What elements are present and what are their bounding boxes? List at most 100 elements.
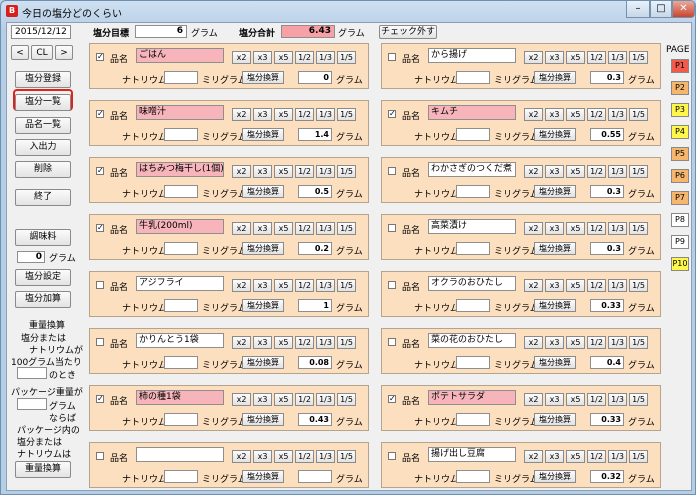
food-checkbox[interactable] — [388, 338, 396, 346]
salt-setting-button[interactable]: 塩分設定 — [15, 269, 71, 286]
multiplier-m2-button[interactable]: x2 — [232, 165, 251, 178]
multiplier-m5-button[interactable]: x5 — [274, 450, 293, 463]
multiplier-m2-button[interactable]: x2 — [524, 450, 543, 463]
multiplier-d5-button[interactable]: 1/5 — [629, 222, 648, 235]
multiplier-m2-button[interactable]: x2 — [232, 222, 251, 235]
multiplier-d2-button[interactable]: 1/2 — [587, 279, 606, 292]
sodium-input[interactable] — [164, 356, 198, 369]
salt-value-field[interactable]: 0.4 — [590, 356, 624, 369]
salt-value-field[interactable]: 0.55 — [590, 128, 624, 141]
food-checkbox[interactable]: ✓ — [96, 53, 104, 61]
multiplier-m5-button[interactable]: x5 — [274, 393, 293, 406]
multiplier-m2-button[interactable]: x2 — [524, 336, 543, 349]
weight-conv-button[interactable]: 重量換算 — [15, 461, 71, 478]
multiplier-d5-button[interactable]: 1/5 — [337, 108, 356, 121]
salt-value-field[interactable]: 0.33 — [590, 413, 624, 426]
multiplier-m5-button[interactable]: x5 — [566, 279, 585, 292]
sodium-input[interactable] — [164, 413, 198, 426]
multiplier-m3-button[interactable]: x3 — [545, 222, 564, 235]
sodium-input[interactable] — [456, 470, 490, 483]
multiplier-m5-button[interactable]: x5 — [566, 450, 585, 463]
sodium-input[interactable] — [164, 71, 198, 84]
salt-value-field[interactable]: 0.43 — [298, 413, 332, 426]
multiplier-d2-button[interactable]: 1/2 — [295, 165, 314, 178]
salt-value-field[interactable]: 0.3 — [590, 185, 624, 198]
salt-value-field[interactable]: 0.33 — [590, 299, 624, 312]
salt-calc-button[interactable]: 塩分換算 — [242, 470, 284, 483]
salt-calc-button[interactable]: 塩分換算 — [534, 71, 576, 84]
food-name-field[interactable]: わかさぎのつくだ煮 — [428, 162, 516, 177]
multiplier-m5-button[interactable]: x5 — [274, 279, 293, 292]
item-list-button[interactable]: 品名一覧 — [15, 117, 71, 134]
sodium-input[interactable] — [164, 242, 198, 255]
page-button[interactable]: P5 — [671, 147, 689, 161]
food-name-field[interactable]: 菜の花のおひたし — [428, 333, 516, 348]
food-checkbox[interactable] — [96, 281, 104, 289]
multiplier-m5-button[interactable]: x5 — [566, 393, 585, 406]
page-button[interactable]: P4 — [671, 125, 689, 139]
multiplier-m5-button[interactable]: x5 — [566, 165, 585, 178]
multiplier-m3-button[interactable]: x3 — [545, 108, 564, 121]
food-name-field[interactable]: 高菜漬け — [428, 219, 516, 234]
page-button[interactable]: P9 — [671, 235, 689, 249]
salt-calc-button[interactable]: 塩分換算 — [242, 185, 284, 198]
sodium-input[interactable] — [456, 185, 490, 198]
multiplier-d5-button[interactable]: 1/5 — [337, 51, 356, 64]
multiplier-d3-button[interactable]: 1/3 — [608, 336, 627, 349]
salt-value-field[interactable]: 0.08 — [298, 356, 332, 369]
multiplier-d3-button[interactable]: 1/3 — [316, 450, 335, 463]
food-name-field[interactable]: から揚げ — [428, 48, 516, 63]
sodium-input[interactable] — [164, 299, 198, 312]
salt-calc-button[interactable]: 塩分換算 — [534, 356, 576, 369]
multiplier-m2-button[interactable]: x2 — [524, 222, 543, 235]
prev-day-button[interactable]: < — [11, 45, 29, 60]
salt-value-field[interactable]: 0.5 — [298, 185, 332, 198]
close-button[interactable]: ✕ — [672, 1, 695, 18]
pkg-weight-input[interactable] — [17, 398, 47, 410]
multiplier-d2-button[interactable]: 1/2 — [295, 393, 314, 406]
io-button[interactable]: 入出力 — [15, 139, 71, 156]
food-checkbox[interactable] — [96, 452, 104, 460]
food-name-field[interactable]: 牛乳(200ml) — [136, 219, 224, 234]
multiplier-d3-button[interactable]: 1/3 — [608, 222, 627, 235]
exit-button[interactable]: 終了 — [15, 189, 71, 206]
food-checkbox[interactable] — [388, 224, 396, 232]
date-field[interactable]: 2015/12/12 — [11, 25, 71, 39]
food-checkbox[interactable]: ✓ — [96, 167, 104, 175]
multiplier-d3-button[interactable]: 1/3 — [608, 279, 627, 292]
multiplier-m5-button[interactable]: x5 — [274, 108, 293, 121]
multiplier-m3-button[interactable]: x3 — [545, 165, 564, 178]
food-checkbox[interactable]: ✓ — [388, 110, 396, 118]
food-checkbox[interactable]: ✓ — [96, 110, 104, 118]
multiplier-d3-button[interactable]: 1/3 — [316, 279, 335, 292]
multiplier-m2-button[interactable]: x2 — [524, 279, 543, 292]
multiplier-d5-button[interactable]: 1/5 — [337, 222, 356, 235]
salt-value-field[interactable]: 0.32 — [590, 470, 624, 483]
salt-calc-button[interactable]: 塩分換算 — [534, 242, 576, 255]
salt-value-field[interactable]: 0.3 — [590, 242, 624, 255]
multiplier-d3-button[interactable]: 1/3 — [316, 336, 335, 349]
food-checkbox[interactable] — [388, 53, 396, 61]
multiplier-d2-button[interactable]: 1/2 — [587, 165, 606, 178]
multiplier-d5-button[interactable]: 1/5 — [629, 450, 648, 463]
multiplier-m2-button[interactable]: x2 — [232, 450, 251, 463]
multiplier-d3-button[interactable]: 1/3 — [608, 165, 627, 178]
food-name-field[interactable]: ポテトサラダ — [428, 390, 516, 405]
salt-calc-button[interactable]: 塩分換算 — [242, 71, 284, 84]
multiplier-m2-button[interactable]: x2 — [524, 165, 543, 178]
multiplier-m5-button[interactable]: x5 — [274, 336, 293, 349]
multiplier-d2-button[interactable]: 1/2 — [295, 336, 314, 349]
multiplier-m3-button[interactable]: x3 — [545, 51, 564, 64]
multiplier-m5-button[interactable]: x5 — [566, 51, 585, 64]
delete-button[interactable]: 削除 — [15, 161, 71, 178]
multiplier-m2-button[interactable]: x2 — [232, 393, 251, 406]
target-value-field[interactable]: 6 — [135, 25, 187, 38]
multiplier-d5-button[interactable]: 1/5 — [337, 393, 356, 406]
multiplier-m3-button[interactable]: x3 — [545, 450, 564, 463]
food-name-field[interactable]: オクラのおひたし — [428, 276, 516, 291]
page-button[interactable]: P7 — [671, 191, 689, 205]
multiplier-m3-button[interactable]: x3 — [253, 222, 272, 235]
page-button[interactable]: P1 — [671, 59, 689, 73]
salt-list-button[interactable]: 塩分一覧 — [15, 94, 71, 111]
multiplier-d3-button[interactable]: 1/3 — [316, 108, 335, 121]
